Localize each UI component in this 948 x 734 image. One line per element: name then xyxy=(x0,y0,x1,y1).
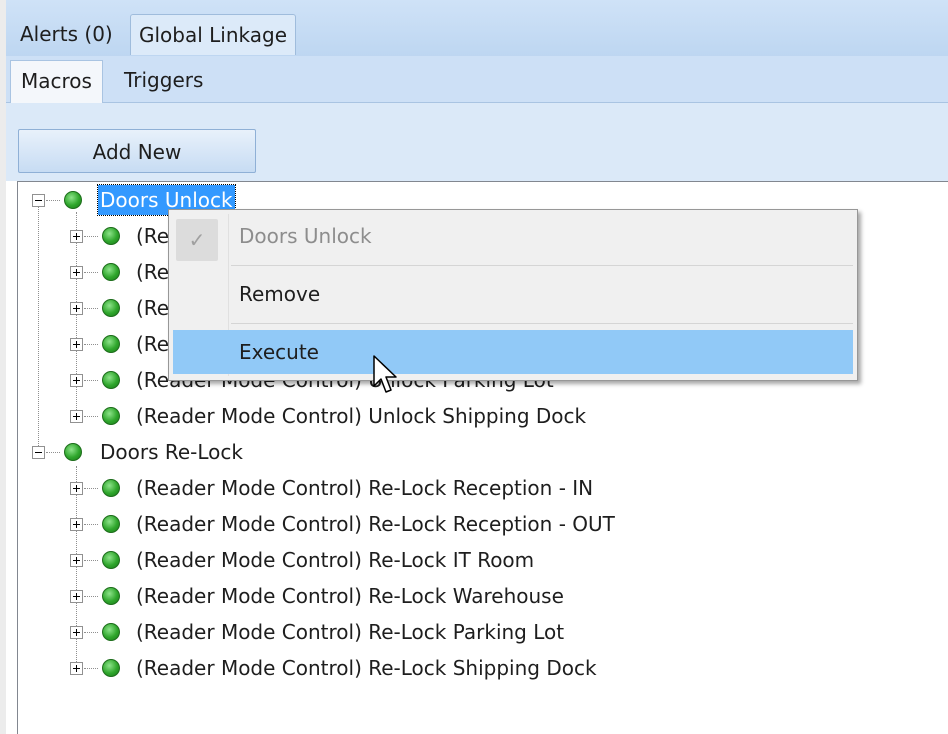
tree-line xyxy=(84,596,98,598)
status-green-icon xyxy=(102,479,120,497)
status-green-icon xyxy=(102,263,120,281)
expand-icon[interactable] xyxy=(70,302,83,315)
expand-icon[interactable] xyxy=(70,554,83,567)
mouse-pointer-icon xyxy=(373,355,397,393)
collapse-icon[interactable] xyxy=(32,446,45,459)
tree-line xyxy=(84,344,98,346)
tree-line xyxy=(84,668,98,670)
expand-icon[interactable] xyxy=(70,590,83,603)
expand-icon[interactable] xyxy=(70,230,83,243)
tree-line xyxy=(84,308,98,310)
top-tab-bar: Alerts (0) Global Linkage xyxy=(6,0,948,58)
status-green-icon xyxy=(102,515,120,533)
status-green-icon xyxy=(102,227,120,245)
tree-line xyxy=(84,236,98,238)
add-new-button[interactable]: Add New xyxy=(18,129,256,173)
context-menu: ✓ Doors Unlock Remove Execute xyxy=(168,209,858,381)
tree-node-label: (Re xyxy=(136,260,170,284)
expand-icon[interactable] xyxy=(70,662,83,675)
expand-icon[interactable] xyxy=(70,338,83,351)
collapse-icon[interactable] xyxy=(32,194,45,207)
menu-item-doors-unlock[interactable]: ✓ Doors Unlock xyxy=(173,214,853,261)
status-green-icon xyxy=(102,299,120,317)
menu-item-label: Remove xyxy=(239,282,321,306)
tree-node-label: (Re xyxy=(136,296,170,320)
tree-node-label: (Reader Mode Control) Unlock Shipping Do… xyxy=(136,404,587,428)
tree-node-label: (Re xyxy=(136,332,170,356)
status-green-icon xyxy=(102,407,120,425)
tree-node-label: (Reader Mode Control) Re-Lock Reception … xyxy=(136,476,594,500)
expand-icon[interactable] xyxy=(70,374,83,387)
menu-item-remove[interactable]: Remove xyxy=(173,272,853,316)
tree-line xyxy=(84,272,98,274)
status-green-icon xyxy=(102,623,120,641)
sub-tab-bar: Macros Triggers xyxy=(6,56,948,103)
tree-line xyxy=(76,466,78,670)
tree-node-label: (Reader Mode Control) Re-Lock Reception … xyxy=(136,512,615,536)
status-green-icon xyxy=(64,191,82,209)
status-green-icon xyxy=(102,335,120,353)
app-window: Alerts (0) Global Linkage Macros Trigger… xyxy=(0,0,948,734)
tab-macros[interactable]: Macros xyxy=(10,60,103,103)
menu-item-execute[interactable]: Execute xyxy=(173,330,853,374)
tree-line xyxy=(84,632,98,634)
tree-line xyxy=(84,560,98,562)
expand-icon[interactable] xyxy=(70,410,83,423)
tree-line xyxy=(84,416,98,418)
menu-item-label: Execute xyxy=(239,340,319,364)
tree-node-label: (Reader Mode Control) Re-Lock Shipping D… xyxy=(136,656,597,680)
menu-separator xyxy=(231,265,853,266)
status-green-icon xyxy=(102,659,120,677)
tree-line xyxy=(84,380,98,382)
tab-triggers[interactable]: Triggers xyxy=(114,60,213,100)
menu-separator xyxy=(231,323,853,324)
tree-line xyxy=(84,488,98,490)
tree-node-label: (Re xyxy=(136,224,170,248)
check-icon: ✓ xyxy=(176,219,218,261)
tree-line xyxy=(84,524,98,526)
tree-node-label: (Reader Mode Control) Re-Lock Parking Lo… xyxy=(136,620,565,644)
expand-icon[interactable] xyxy=(70,266,83,279)
tree-line xyxy=(38,206,40,452)
status-green-icon xyxy=(102,587,120,605)
tree-node-label: Doors Re-Lock xyxy=(100,440,243,464)
status-green-icon xyxy=(64,443,82,461)
tree-line xyxy=(46,452,60,454)
menu-item-label: Doors Unlock xyxy=(239,224,372,248)
status-green-icon xyxy=(102,551,120,569)
expand-icon[interactable] xyxy=(70,626,83,639)
expand-icon[interactable] xyxy=(70,482,83,495)
tab-alerts[interactable]: Alerts (0) xyxy=(12,14,121,54)
expand-icon[interactable] xyxy=(70,518,83,531)
status-green-icon xyxy=(102,371,120,389)
tree-line xyxy=(46,200,60,202)
tab-global-linkage[interactable]: Global Linkage xyxy=(130,14,297,55)
tree-node-label: (Reader Mode Control) Re-Lock IT Room xyxy=(136,548,535,572)
tree-node-label: (Reader Mode Control) Re-Lock Warehouse xyxy=(136,584,564,608)
